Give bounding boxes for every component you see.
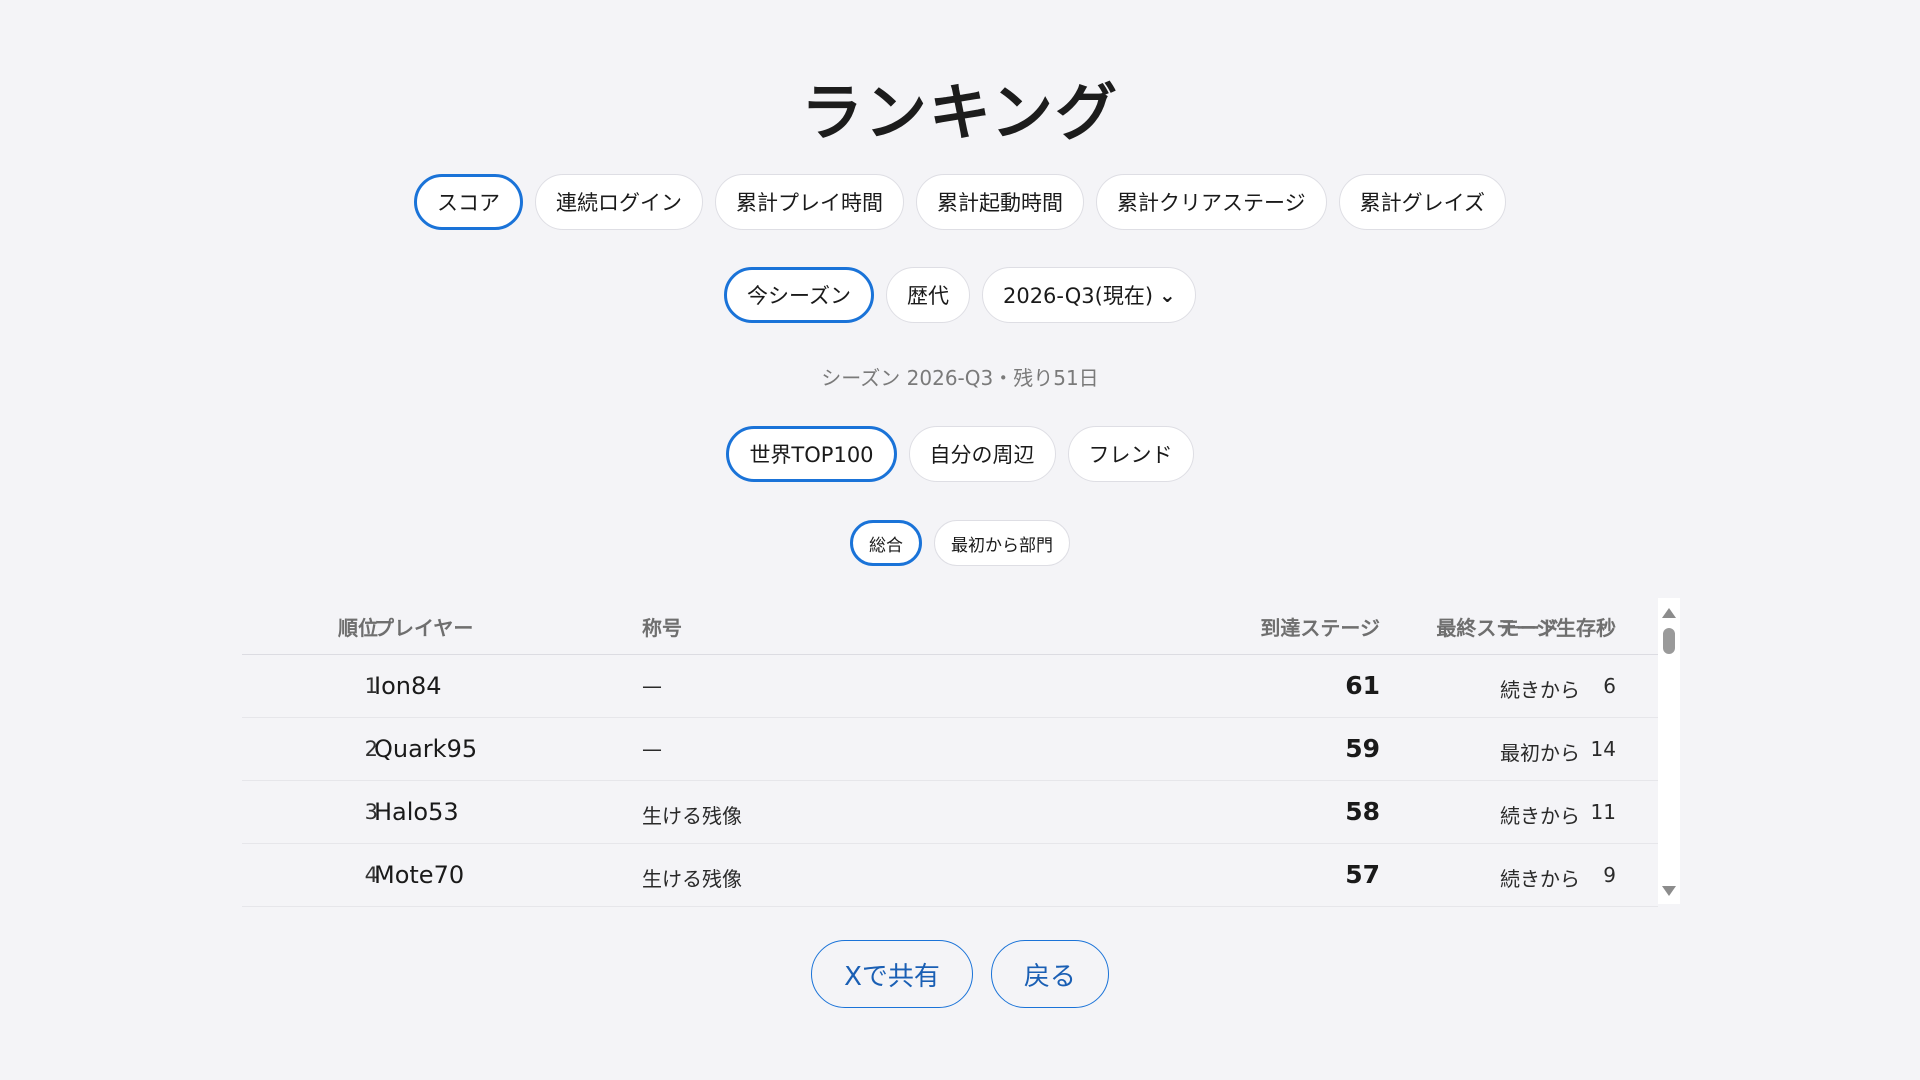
cell-seconds: 14: [1590, 737, 1616, 761]
cell-player: Ion84: [374, 672, 442, 700]
table-row: 1 Ion84 — 61 6 続きから: [242, 655, 1658, 718]
chevron-down-icon: ⌄: [1159, 283, 1176, 307]
action-bar: Xで共有 戻る: [0, 940, 1920, 1008]
page-title: ランキング: [800, 76, 1120, 149]
cell-stage: 57: [1345, 860, 1380, 889]
table-row: 3 Halo53 生ける残像 58 11 続きから: [242, 781, 1658, 844]
tab-total-play-time[interactable]: 累計プレイ時間: [715, 174, 905, 230]
header-title: 称号: [642, 616, 682, 640]
header-stage: 到達ステージ: [1260, 616, 1380, 640]
header-mode: モード: [1500, 616, 1560, 640]
season-info-text: シーズン 2026-Q3・残り51日: [821, 366, 1099, 390]
ranking-page: ランキング スコア 連続ログイン 累計プレイ時間 累計起動時間 累計クリアステー…: [0, 0, 1920, 1080]
cell-seconds: 6: [1603, 674, 1616, 698]
cell-title: —: [642, 737, 662, 761]
scope-tab-bar: 世界TOP100 自分の周辺 フレンド: [0, 426, 1920, 482]
cell-mode: 続きから: [1500, 867, 1580, 891]
cell-mode: 続きから: [1500, 678, 1580, 702]
season-tab-bar: 今シーズン 歴代 2026-Q3(現在) ⌄: [0, 267, 1920, 323]
scrollbar-thumb[interactable]: [1663, 628, 1675, 654]
division-tab-bar: 総合 最初から部門: [0, 520, 1920, 566]
category-tab-bar: スコア 連続ログイン 累計プレイ時間 累計起動時間 累計クリアステージ 累計グレ…: [0, 174, 1920, 230]
tab-total-graze[interactable]: 累計グレイズ: [1338, 174, 1506, 230]
tab-friends[interactable]: フレンド: [1067, 426, 1194, 482]
cell-title: —: [642, 674, 662, 698]
ranking-table: 順位 プレイヤー 称号 到達ステージ 最終ステージ生存秒 モード 1 Ion84…: [242, 598, 1658, 907]
cell-seconds: 9: [1603, 863, 1616, 887]
table-scrollbar[interactable]: [1658, 598, 1680, 904]
tab-current-season[interactable]: 今シーズン: [724, 267, 874, 323]
cell-player: Quark95: [374, 735, 478, 763]
scroll-up-arrow-icon[interactable]: [1662, 608, 1676, 618]
tab-login-streak[interactable]: 連続ログイン: [535, 174, 704, 230]
ranking-table-container: 順位 プレイヤー 称号 到達ステージ 最終ステージ生存秒 モード 1 Ion84…: [242, 598, 1680, 907]
share-on-x-button[interactable]: Xで共有: [811, 940, 973, 1008]
cell-mode: 続きから: [1500, 804, 1580, 828]
tab-score[interactable]: スコア: [414, 174, 524, 230]
cell-stage: 58: [1345, 797, 1380, 826]
cell-player: Mote70: [374, 861, 465, 889]
cell-title: 生ける残像: [642, 867, 742, 891]
season-select[interactable]: 2026-Q3(現在) ⌄: [981, 267, 1196, 323]
table-row: 2 Quark95 — 59 14 最初から: [242, 718, 1658, 781]
header-player: プレイヤー: [374, 616, 474, 640]
cell-mode: 最初から: [1500, 741, 1580, 765]
cell-player: Halo53: [374, 798, 459, 826]
cell-seconds: 11: [1590, 800, 1616, 824]
table-header: 順位 プレイヤー 称号 到達ステージ 最終ステージ生存秒 モード: [242, 598, 1658, 655]
back-button[interactable]: 戻る: [990, 940, 1109, 1008]
tab-total-cleared-stages[interactable]: 累計クリアステージ: [1096, 174, 1327, 230]
season-select-value: 2026-Q3(現在): [1002, 284, 1154, 308]
cell-title: 生ける残像: [642, 804, 742, 828]
scroll-down-arrow-icon[interactable]: [1662, 886, 1676, 896]
cell-stage: 59: [1345, 734, 1380, 763]
cell-stage: 61: [1345, 671, 1380, 700]
tab-around-me[interactable]: 自分の周辺: [908, 426, 1056, 482]
tab-from-start-division[interactable]: 最初から部門: [934, 520, 1070, 566]
table-row: 4 Mote70 生ける残像 57 9 続きから: [242, 844, 1658, 907]
tab-world-top100[interactable]: 世界TOP100: [726, 426, 897, 482]
header-rank: 順位: [338, 616, 378, 640]
tab-total-launch-time[interactable]: 累計起動時間: [916, 174, 1085, 230]
tab-overall[interactable]: 総合: [850, 520, 922, 566]
tab-all-time[interactable]: 歴代: [885, 267, 970, 323]
